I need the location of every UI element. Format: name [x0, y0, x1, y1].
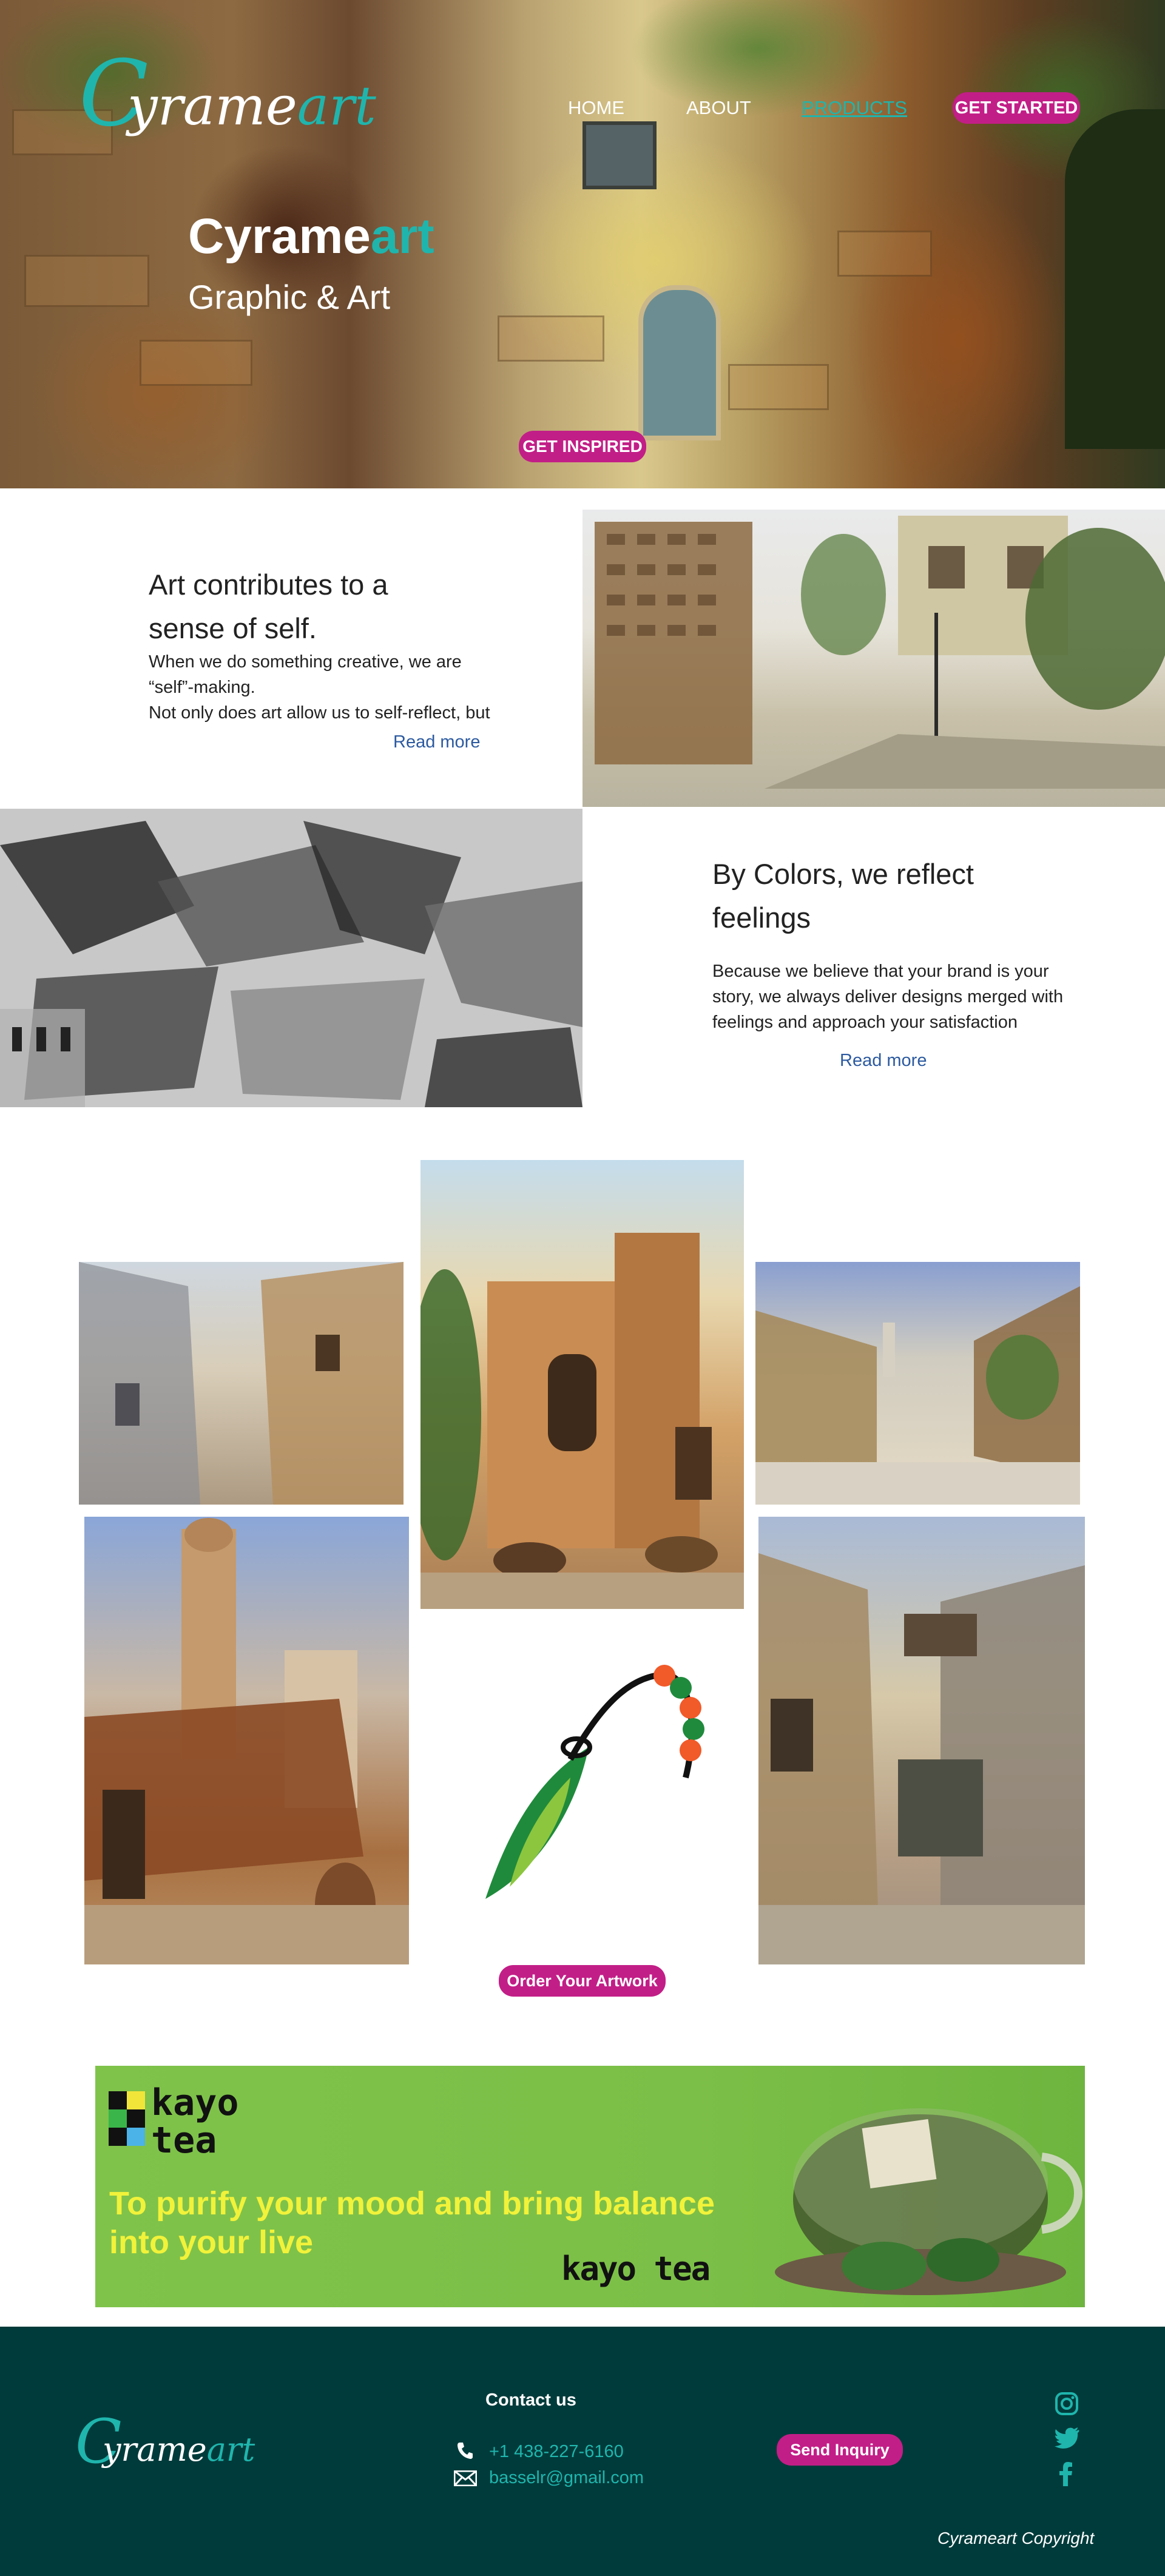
gallery-artwork-leaf-necklace[interactable]	[473, 1656, 716, 1911]
kayo-tea-logo-line: kayo	[151, 2082, 239, 2124]
email-link[interactable]: basselr@gmail.com	[489, 2468, 644, 2488]
logo-wordmark: yrame art	[127, 75, 376, 137]
section2-body-line: Because we believe that your brand is yo…	[712, 962, 1049, 981]
gallery-alley-drawing	[79, 1262, 404, 1505]
nav-about[interactable]: ABOUT	[686, 96, 751, 120]
hero-subtitle: Graphic & Art	[188, 278, 391, 316]
mail-icon	[453, 2470, 478, 2489]
painting-brick	[498, 315, 604, 362]
get-started-button[interactable]: GET STARTED	[953, 92, 1080, 124]
hero-title-main: Cyrame	[188, 209, 371, 264]
painting-brick	[837, 231, 932, 277]
send-inquiry-button[interactable]: Send Inquiry	[777, 2434, 903, 2466]
section1-body-line: When we do something creative, we are	[149, 652, 462, 672]
nav-products[interactable]: PRODUCTS	[802, 96, 907, 120]
gallery-artwork-minaret[interactable]	[84, 1517, 409, 1964]
banner-tagline-line: To purify your mood and bring balance	[109, 2185, 715, 2222]
gallery-minaret-drawing	[84, 1518, 409, 1964]
logo-word-accent: art	[297, 76, 376, 137]
painting-archway	[1065, 109, 1165, 449]
street-watercolor-image	[582, 510, 1165, 807]
kayo-tea-logo: kayo tea	[151, 2084, 239, 2159]
hero-title: Cyrame art	[188, 206, 434, 267]
street-watercolor-drawing	[595, 516, 1165, 789]
gallery-artwork-alley[interactable]	[79, 1262, 404, 1505]
section1-body-line: “self”-making.	[149, 678, 255, 697]
nav-home[interactable]: HOME	[568, 96, 624, 120]
logo-word-main: yrame	[127, 75, 297, 137]
footer-logo-word-main: yrame	[103, 2430, 207, 2469]
section2-body: Because we believe that your brand is yo…	[712, 959, 1076, 1035]
order-artwork-button[interactable]: Order Your Artwork	[499, 1965, 666, 1997]
gallery-street-drawing	[755, 1286, 1080, 1505]
gallery-artwork-street[interactable]	[755, 1262, 1080, 1505]
gallery-alleyway-drawing	[758, 1553, 1085, 1964]
gallery-citadel-drawing	[420, 1233, 744, 1609]
logo[interactable]: C yrame art	[79, 49, 376, 152]
painting-door	[638, 285, 721, 440]
section2-body-line: feelings and approach your satisfaction	[712, 1013, 1018, 1032]
section1-body: When we do something creative, we are “s…	[149, 649, 501, 726]
leaf-necklace-drawing	[485, 1665, 704, 1899]
facebook-icon[interactable]	[1059, 2462, 1073, 2492]
section2-heading: By Colors, we reflect feelings	[712, 858, 974, 934]
abstract-bw-painting-image	[0, 809, 582, 1107]
footer-logo[interactable]: C yrame art	[75, 2412, 257, 2490]
section2-body-line: story, we always deliver designs merged …	[712, 987, 1064, 1006]
phone-link[interactable]: +1 438-227-6160	[489, 2442, 624, 2462]
section1-heading: Art contributes to a sense of self.	[149, 568, 388, 644]
section2-read-more-link[interactable]: Read more	[840, 1051, 927, 1071]
painting-brick	[140, 340, 252, 386]
kayo-tea-logo-line: tea	[151, 2119, 217, 2162]
contact-title: Contact us	[485, 2390, 576, 2410]
kayo-tea-brand-text: kayo tea	[561, 2250, 711, 2288]
copyright-text: Cyrameart Copyright	[937, 2529, 1095, 2547]
instagram-icon[interactable]	[1055, 2392, 1079, 2422]
abstract-bw-drawing	[0, 809, 582, 1107]
footer-logo-word-accent: art	[206, 2432, 255, 2468]
phone-icon	[456, 2441, 473, 2463]
painting-window	[582, 121, 657, 189]
section1-body-line: Not only does art allow us to self-refle…	[149, 703, 490, 723]
gallery-artwork-alleyway[interactable]	[758, 1517, 1085, 1964]
painting-brick	[728, 364, 829, 410]
section1-read-more-link[interactable]: Read more	[393, 732, 480, 752]
footer-logo-wordmark: yrame art	[103, 2430, 255, 2469]
get-inspired-button[interactable]: GET INSPIRED	[519, 431, 646, 462]
twitter-icon[interactable]	[1055, 2427, 1080, 2455]
hero-title-accent: art	[370, 209, 434, 264]
gallery-artwork-citadel[interactable]	[420, 1160, 744, 1609]
painting-brick	[24, 255, 149, 307]
